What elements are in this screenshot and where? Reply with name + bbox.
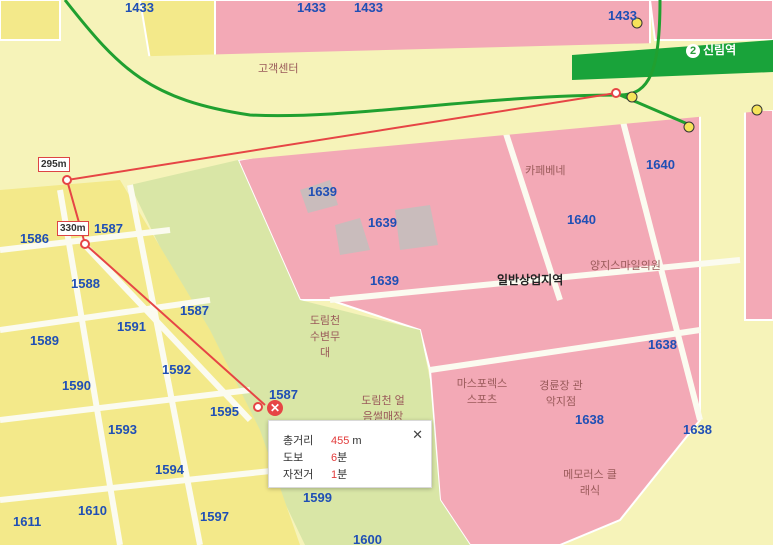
exit-marker [631, 17, 643, 29]
measure-point [611, 88, 621, 98]
walk-time-unit: 분 [337, 452, 348, 464]
map-view[interactable]: 2 신림역 295m 330m 일반상업지역 1433 1433 1433 143… [0, 0, 773, 545]
remove-measure-button[interactable]: ✕ [267, 400, 283, 416]
subway-line-number: 2 [686, 44, 700, 58]
station-name: 신림역 [703, 43, 737, 57]
total-distance-value: 455 [331, 435, 350, 447]
bike-time-row: 자전거 1분 [283, 466, 347, 482]
station-label[interactable]: 2 신림역 [686, 41, 736, 58]
bike-time-label: 자전거 [283, 469, 314, 481]
exit-marker [683, 121, 695, 133]
residential-zone-top [138, 0, 216, 61]
walk-time-label: 도보 [283, 452, 304, 464]
total-distance-label: 총거리 [283, 435, 314, 447]
commercial-zone-right [744, 109, 773, 321]
measure-point [253, 402, 263, 412]
distance-popup: ✕ 총거리 455 m 도보 6분 자전거 1분 [268, 420, 432, 488]
exit-marker [751, 104, 763, 116]
distance-label-2: 330m [57, 221, 89, 236]
total-distance-unit: m [352, 435, 362, 447]
total-distance-row: 총거리 455 m [283, 432, 362, 448]
walk-time-row: 도보 6분 [283, 449, 347, 465]
measure-point [80, 239, 90, 249]
distance-label-1: 295m [38, 157, 70, 172]
exit-marker [626, 91, 638, 103]
bike-time-unit: 분 [337, 469, 348, 481]
close-icon[interactable]: ✕ [412, 427, 423, 443]
measure-point [62, 175, 72, 185]
residential-zone-topleft [0, 0, 61, 41]
commercial-zone-topright [648, 0, 773, 41]
